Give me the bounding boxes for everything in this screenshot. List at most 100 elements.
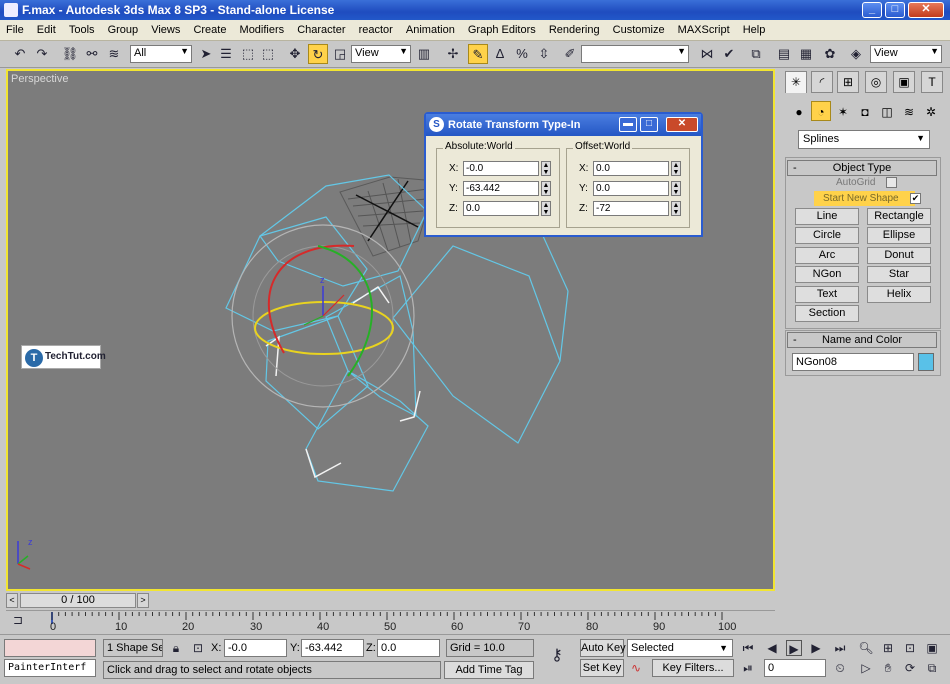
off-x-field[interactable]: 0.0 [593, 161, 669, 176]
star-button[interactable]: Star [867, 266, 931, 283]
lock-selection-icon[interactable]: 🔒︎ [168, 640, 184, 656]
time-configuration-icon[interactable]: ⏲ [832, 660, 848, 676]
abs-z-field[interactable]: 0.0 [463, 201, 539, 216]
rotate-gizmo[interactable]: z [231, 224, 415, 408]
next-frame-icon[interactable]: ▶ [808, 640, 824, 656]
x-coord-field[interactable]: -0.0 [224, 639, 287, 657]
time-next-button[interactable]: > [137, 593, 149, 608]
menu-graph-editors[interactable]: Graph Editors [464, 20, 540, 40]
zoom-all-icon[interactable]: ⊞ [880, 640, 896, 656]
menu-rendering[interactable]: Rendering [545, 20, 604, 40]
track-bar[interactable]: 0 10 20 30 40 50 60 70 80 90 100 [6, 610, 775, 633]
manipulate-icon[interactable]: ✢ [443, 44, 463, 64]
space-warps-icon[interactable]: ≋ [899, 102, 919, 122]
abs-x-spinner[interactable]: ▲ ▼ [541, 161, 551, 176]
set-key-button[interactable]: Set Key [580, 659, 624, 677]
arc-button[interactable]: Arc [795, 247, 859, 264]
play-icon[interactable]: ▶ [786, 640, 802, 656]
time-prev-button[interactable]: < [6, 593, 18, 608]
current-frame-field[interactable]: 0 [764, 659, 826, 677]
minimize-button[interactable]: _ [862, 2, 882, 18]
abs-z-spinner[interactable]: ▲ ▼ [541, 201, 551, 216]
menu-animation[interactable]: Animation [402, 20, 459, 40]
redo-icon[interactable]: ↷ [32, 44, 52, 64]
zoom-extents-icon[interactable]: ⊡ [902, 640, 918, 656]
arc-rotate-icon[interactable]: ⟳ [902, 660, 918, 676]
menu-tools[interactable]: Tools [65, 20, 99, 40]
schematic-view-icon[interactable]: ▦ [796, 44, 816, 64]
off-x-spinner[interactable]: ▲ ▼ [671, 161, 681, 176]
object-color-swatch[interactable] [918, 353, 934, 371]
shapes-icon[interactable]: ◔ [811, 101, 831, 121]
circle-button[interactable]: Circle [795, 227, 859, 244]
menu-modifiers[interactable]: Modifiers [236, 20, 289, 40]
maxscript-listener-top[interactable] [4, 639, 96, 657]
pan-icon[interactable]: ✋︎ [880, 660, 896, 676]
auto-key-button[interactable]: Auto Key [580, 639, 626, 657]
default-in-out-tangents-icon[interactable]: ∿ [628, 660, 644, 676]
y-coord-field[interactable]: -63.442 [301, 639, 364, 657]
off-z-spinner[interactable]: ▲ ▼ [671, 201, 681, 216]
bind-space-warp-icon[interactable]: ≋ [104, 44, 124, 64]
material-editor-icon[interactable]: ✿ [820, 44, 840, 64]
unlink-icon[interactable]: ⚯ [82, 44, 102, 64]
maximize-viewport-icon[interactable]: ⧉ [924, 660, 940, 676]
z-coord-field[interactable]: 0.0 [377, 639, 440, 657]
off-y-spinner[interactable]: ▲ ▼ [671, 181, 681, 196]
tab-create[interactable]: ✳ [785, 71, 807, 93]
dialog-maximize-button[interactable]: □ [640, 117, 658, 132]
dialog-minimize-button[interactable]: ▬ [619, 117, 637, 132]
absolute-mode-icon[interactable]: ⊡ [190, 640, 206, 656]
menu-character[interactable]: Character [293, 20, 349, 40]
go-to-start-icon[interactable]: ⏮ [740, 640, 756, 656]
go-to-end-icon[interactable]: ⏭ [832, 640, 848, 656]
field-of-view-icon[interactable]: ▷ [858, 660, 874, 676]
text-button[interactable]: Text [795, 286, 859, 303]
start-new-shape-checkbox[interactable]: ✔ [910, 193, 921, 204]
pivot-center-icon[interactable]: ▥ [414, 44, 434, 64]
previous-frame-icon[interactable]: ◀ [764, 640, 780, 656]
tab-modify[interactable]: ◜ [811, 71, 833, 93]
menu-help[interactable]: Help [739, 20, 770, 40]
off-z-field[interactable]: -72 [593, 201, 669, 216]
menu-views[interactable]: Views [147, 20, 184, 40]
select-link-icon[interactable]: ⛓ [60, 44, 80, 64]
menu-customize[interactable]: Customize [609, 20, 669, 40]
ngon-button[interactable]: NGon [795, 266, 859, 283]
key-mode-toggle-icon[interactable]: ⏯ [740, 660, 756, 676]
dialog-close-button[interactable]: ✕ [666, 117, 698, 132]
angle-snap-icon[interactable]: ∆ [490, 44, 510, 64]
donut-button[interactable]: Donut [867, 247, 931, 264]
cameras-icon[interactable]: ◘ [855, 102, 875, 122]
select-by-name-icon[interactable]: ☰ [216, 44, 236, 64]
zoom-extents-all-icon[interactable]: ▣ [924, 640, 940, 656]
select-object-icon[interactable]: ➤ [196, 44, 216, 64]
ref-coord-dropdown[interactable]: View ▼ [351, 45, 411, 63]
geometry-icon[interactable]: ● [789, 102, 809, 122]
zoom-icon[interactable]: 🔍︎ [858, 640, 874, 656]
off-y-field[interactable]: 0.0 [593, 181, 669, 196]
layer-manager-icon[interactable]: ⧉ [746, 44, 766, 64]
abs-y-spinner[interactable]: ▲ ▼ [541, 181, 551, 196]
helix-button[interactable]: Helix [867, 286, 931, 303]
ellipse-button[interactable]: Ellipse [867, 227, 931, 244]
tab-display[interactable]: ▣ [893, 71, 915, 93]
helpers-icon[interactable]: ◫ [877, 102, 897, 122]
align-icon[interactable]: ✔ [719, 44, 739, 64]
line-button[interactable]: Line [795, 208, 859, 225]
selection-region-icon[interactable]: ⬚ [238, 44, 258, 64]
window-crossing-icon[interactable]: ⬚ [258, 44, 278, 64]
tab-motion[interactable]: ◎ [865, 71, 887, 93]
menu-group[interactable]: Group [104, 20, 143, 40]
dialog-title-bar[interactable]: S Rotate Transform Type-In ▬ □ ✕ [426, 114, 701, 136]
time-slider[interactable]: < 0 / 100 > [6, 593, 775, 608]
add-time-tag-button[interactable]: Add Time Tag [444, 661, 534, 679]
autogrid-checkbox[interactable] [886, 177, 897, 188]
category-dropdown[interactable]: Splines ▼ [798, 130, 930, 149]
key-filters-button[interactable]: Key Filters... [652, 659, 734, 677]
abs-y-field[interactable]: -63.442 [463, 181, 539, 196]
select-rotate-icon[interactable]: ↻ [308, 44, 328, 64]
section-button[interactable]: Section [795, 305, 859, 322]
menu-create[interactable]: Create [189, 20, 230, 40]
menu-file[interactable]: File [2, 20, 28, 40]
